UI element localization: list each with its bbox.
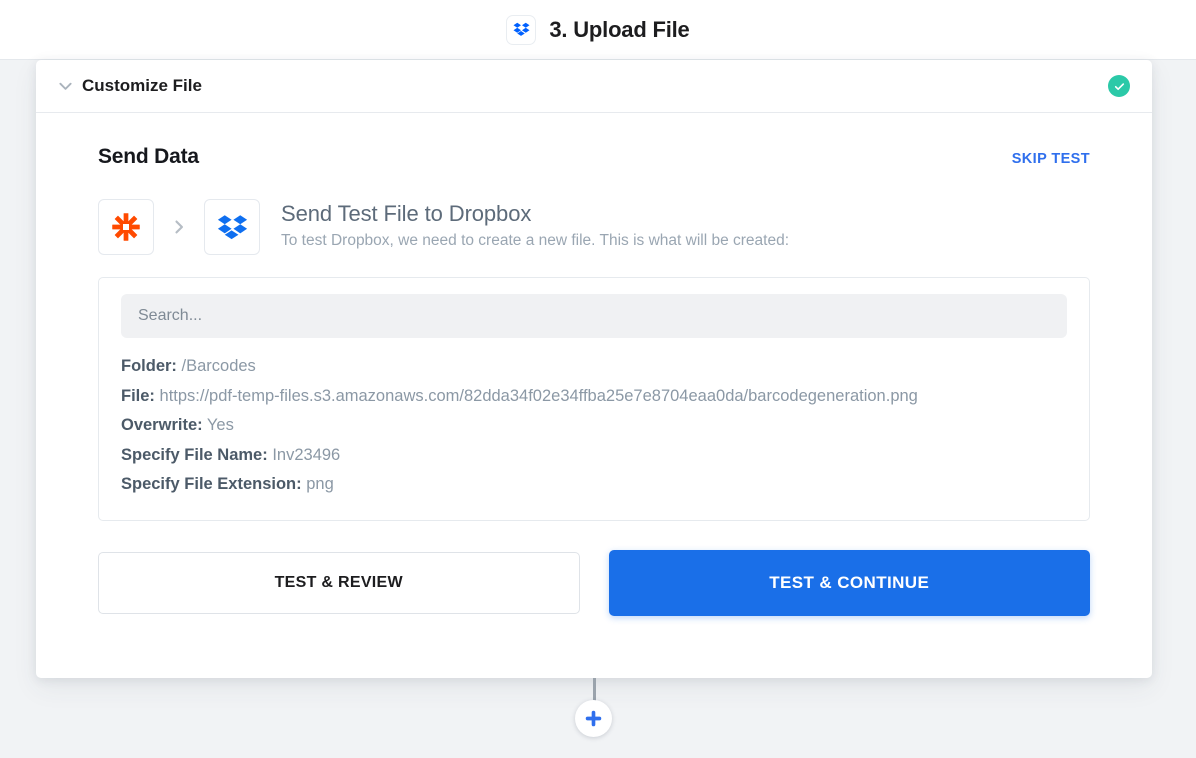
test-and-review-button[interactable]: TEST & REVIEW	[98, 552, 580, 614]
test-data-panel: Search... Folder: /Barcodes File: https:…	[98, 277, 1090, 521]
search-input[interactable]: Search...	[121, 294, 1067, 338]
field-specify-file-extension: Specify File Extension: png	[121, 470, 1067, 500]
dropbox-icon	[204, 199, 260, 255]
field-label: Specify File Name:	[121, 446, 268, 464]
chevron-right-icon	[154, 199, 204, 255]
field-label: Specify File Extension:	[121, 475, 302, 493]
field-value: Inv23496	[272, 446, 340, 464]
app-action-title: Send Test File to Dropbox	[281, 200, 789, 228]
plus-icon	[584, 709, 603, 728]
section-title: Customize File	[82, 76, 202, 96]
chevron-down-icon[interactable]	[54, 75, 76, 97]
send-data-title: Send Data	[98, 145, 199, 169]
field-label: Overwrite:	[121, 416, 203, 434]
add-step-button[interactable]	[575, 700, 612, 737]
field-value: /Barcodes	[182, 357, 256, 375]
field-value: png	[306, 475, 334, 493]
field-value: Yes	[207, 416, 234, 434]
field-value: https://pdf-temp-files.s3.amazonaws.com/…	[160, 387, 918, 405]
dropbox-icon	[506, 15, 536, 45]
action-button-row: TEST & REVIEW TEST & CONTINUE	[98, 550, 1090, 616]
field-folder: Folder: /Barcodes	[121, 352, 1067, 382]
skip-test-link[interactable]: SKIP TEST	[1012, 151, 1090, 167]
status-badge	[1108, 75, 1130, 97]
field-overwrite: Overwrite: Yes	[121, 411, 1067, 441]
app-description: Send Test File to Dropbox To test Dropbo…	[281, 199, 789, 251]
field-label: Folder:	[121, 357, 177, 375]
field-specify-file-name: Specify File Name: Inv23496	[121, 441, 1067, 471]
step-header-bar: 3. Upload File	[0, 0, 1196, 60]
search-placeholder: Search...	[138, 307, 202, 325]
field-file: File: https://pdf-temp-files.s3.amazonaw…	[121, 382, 1067, 412]
field-label: File:	[121, 387, 155, 405]
app-action-subtitle: To test Dropbox, we need to create a new…	[281, 231, 789, 251]
send-data-body: Send Data SKIP TEST	[36, 113, 1152, 616]
app-connection-row: Send Test File to Dropbox To test Dropbo…	[98, 199, 1090, 255]
page-title: 3. Upload File	[549, 17, 689, 43]
zapier-icon	[98, 199, 154, 255]
send-data-header-row: Send Data SKIP TEST	[98, 145, 1090, 169]
test-and-continue-button[interactable]: TEST & CONTINUE	[609, 550, 1091, 616]
page-root: 3. Upload File Customize File Send Data …	[0, 0, 1196, 758]
step-card: Customize File Send Data SKIP TEST	[36, 60, 1152, 678]
customize-file-section-header[interactable]: Customize File	[36, 60, 1152, 113]
